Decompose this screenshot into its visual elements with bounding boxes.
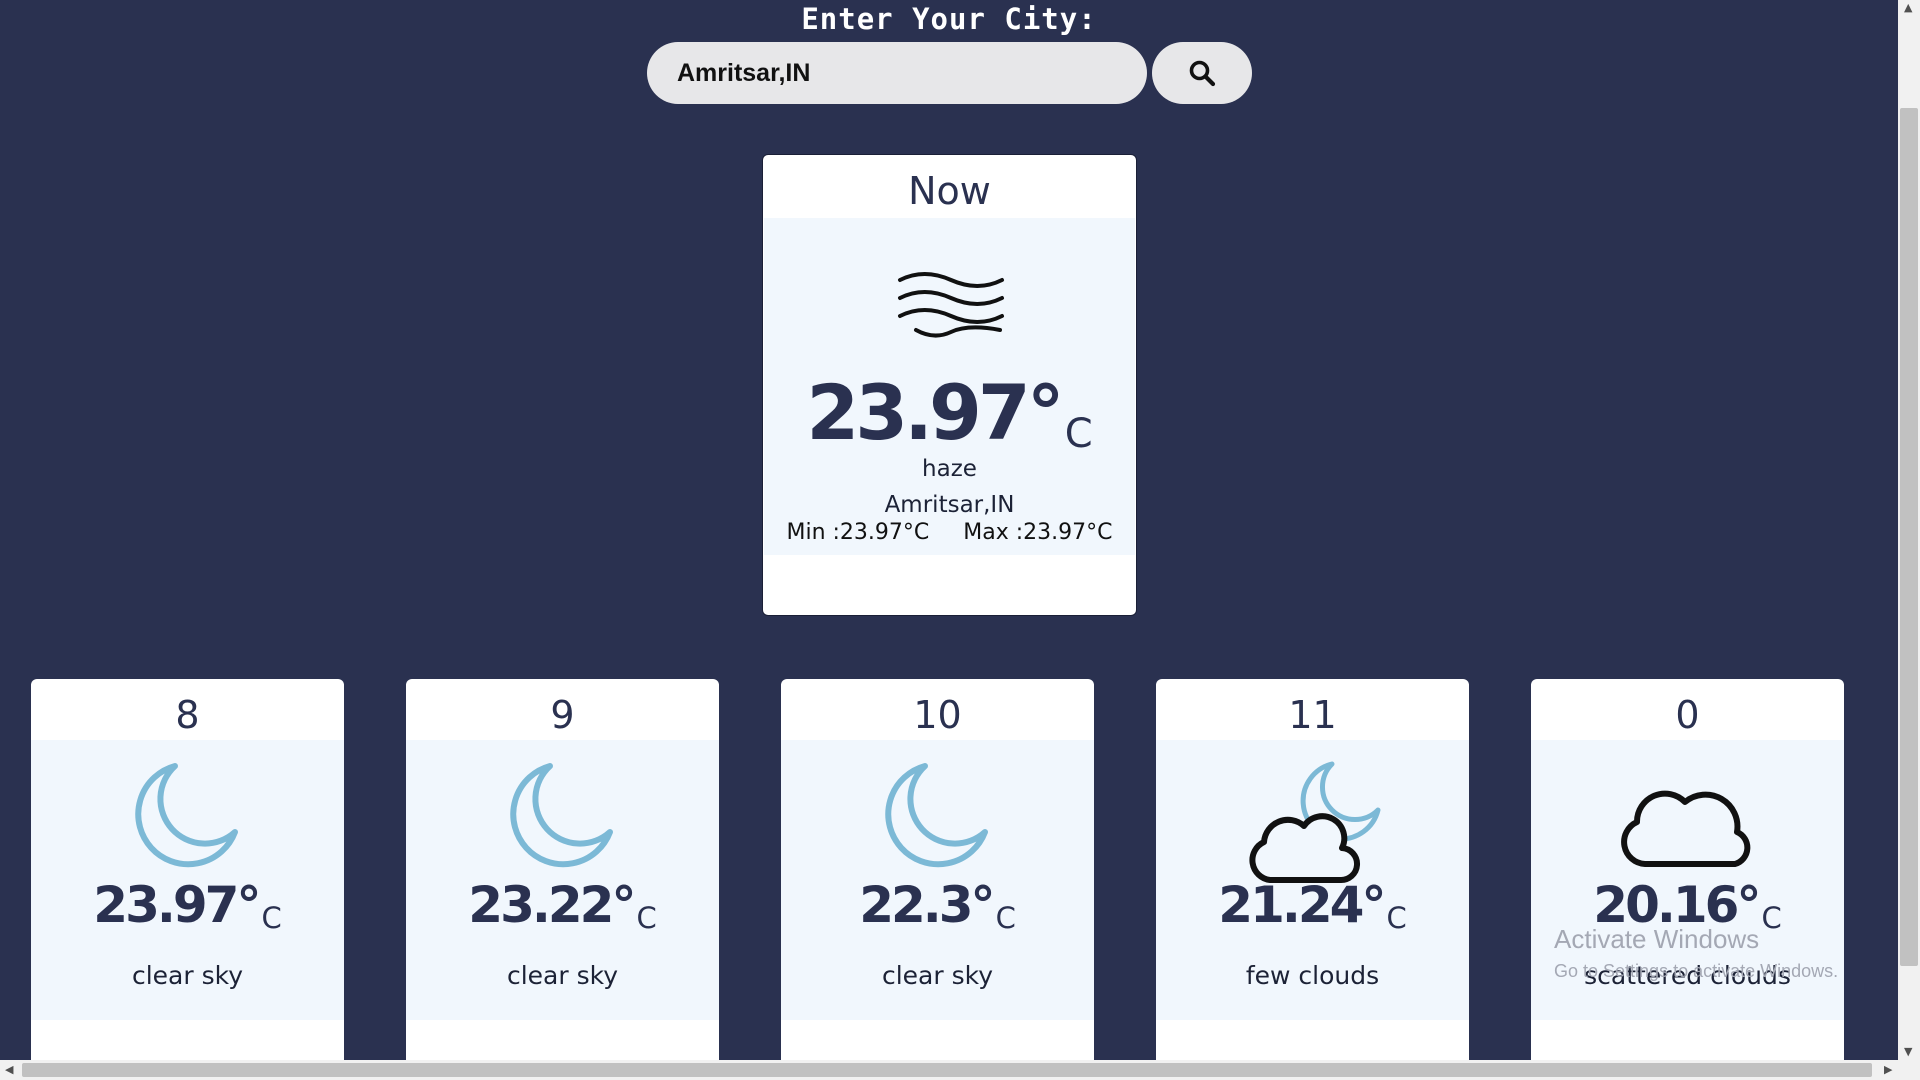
forecast-temperature: 21.24° C <box>1156 876 1469 935</box>
current-weather-description: haze <box>922 456 977 482</box>
current-temp-unit: C <box>1064 411 1093 457</box>
forecast-body: 23.22° C clear sky <box>406 740 719 1020</box>
forecast-description: clear sky <box>506 961 619 990</box>
forecast-temperature: 20.16° C <box>1531 876 1844 935</box>
scroll-right-arrow-icon[interactable]: ▶ <box>1884 1064 1892 1075</box>
forecast-description: few clouds <box>1245 961 1380 990</box>
min-temperature: Min :23.97°C <box>786 520 930 545</box>
forecast-description: clear sky <box>131 961 244 990</box>
forecast-temp-value: 22.3° <box>859 876 995 934</box>
forecast-body: 21.24° C few clouds <box>1156 740 1469 1020</box>
moon-icon <box>135 763 238 868</box>
forecast-card: 8 23.97° C clear sky <box>31 679 344 1079</box>
forecast-description: clear sky <box>881 961 994 990</box>
forecast-temperature: 22.3° C <box>781 876 1094 935</box>
forecast-card: 10 22.3° C clear sky <box>781 679 1094 1079</box>
forecast-temp-unit: C <box>636 901 657 935</box>
moon-icon <box>510 763 613 868</box>
forecast-temp-unit: C <box>1386 901 1407 935</box>
forecast-hour: 0 <box>1675 693 1700 737</box>
cloud-icon <box>1621 790 1751 867</box>
haze-icon <box>898 272 1004 338</box>
moon-icon <box>885 763 988 868</box>
forecast-temp-unit: C <box>1761 901 1782 935</box>
horizontal-scrollbar-thumb[interactable] <box>22 1063 1872 1077</box>
min-max-temperatures: Min :23.97°C Max :23.97°C <box>764 520 1135 545</box>
forecast-body: 20.16° C scattered clouds <box>1531 740 1844 1020</box>
forecast-temp-value: 23.22° <box>468 876 636 934</box>
forecast-temperature: 23.22° C <box>406 876 719 935</box>
city-search-input[interactable] <box>647 42 1147 104</box>
forecast-hour: 10 <box>913 693 962 737</box>
forecast-card: 11 21.24° C few clouds <box>1156 679 1469 1079</box>
forecast-hour: 11 <box>1288 693 1337 737</box>
forecast-hour: 8 <box>175 693 200 737</box>
forecast-body: 22.3° C clear sky <box>781 740 1094 1020</box>
max-temperature: Max :23.97°C <box>963 520 1113 545</box>
forecast-temperature: 23.97° C <box>31 876 344 935</box>
forecast-body: 23.97° C clear sky <box>31 740 344 1020</box>
scroll-left-arrow-icon[interactable]: ◀ <box>5 1064 13 1075</box>
search-button[interactable] <box>1152 42 1252 104</box>
forecast-hour: 9 <box>550 693 575 737</box>
current-city-name: Amritsar,IN <box>884 492 1015 518</box>
current-temperature: 23.97° C <box>764 368 1135 457</box>
current-weather-card: Now 23.97° C haze Amritsar,IN Min :23.97°… <box>762 154 1137 616</box>
search-icon <box>1189 60 1216 87</box>
vertical-scrollbar-thumb[interactable] <box>1900 108 1918 966</box>
scroll-down-arrow-icon[interactable]: ▼ <box>1904 1046 1912 1057</box>
current-weather-title: Now <box>908 169 991 213</box>
cloud-moon-icon <box>1249 761 1381 884</box>
forecast-card: 0 20.16° C scattered clouds <box>1531 679 1844 1079</box>
forecast-description: scattered clouds <box>1584 961 1791 990</box>
current-temp-value: 23.97° <box>806 368 1064 457</box>
current-weather-body: 23.97° C haze Amritsar,IN Min :23.97°C Max… <box>764 218 1135 555</box>
forecast-temp-value: 23.97° <box>93 876 261 934</box>
forecast-temp-value: 20.16° <box>1593 876 1761 934</box>
scroll-up-arrow-icon[interactable]: ▲ <box>1904 2 1912 13</box>
forecast-temp-unit: C <box>995 901 1016 935</box>
city-prompt-label: Enter Your City: <box>801 2 1097 36</box>
forecast-card: 9 23.22° C clear sky <box>406 679 719 1079</box>
forecast-temp-unit: C <box>261 901 282 935</box>
forecast-temp-value: 21.24° <box>1218 876 1386 934</box>
